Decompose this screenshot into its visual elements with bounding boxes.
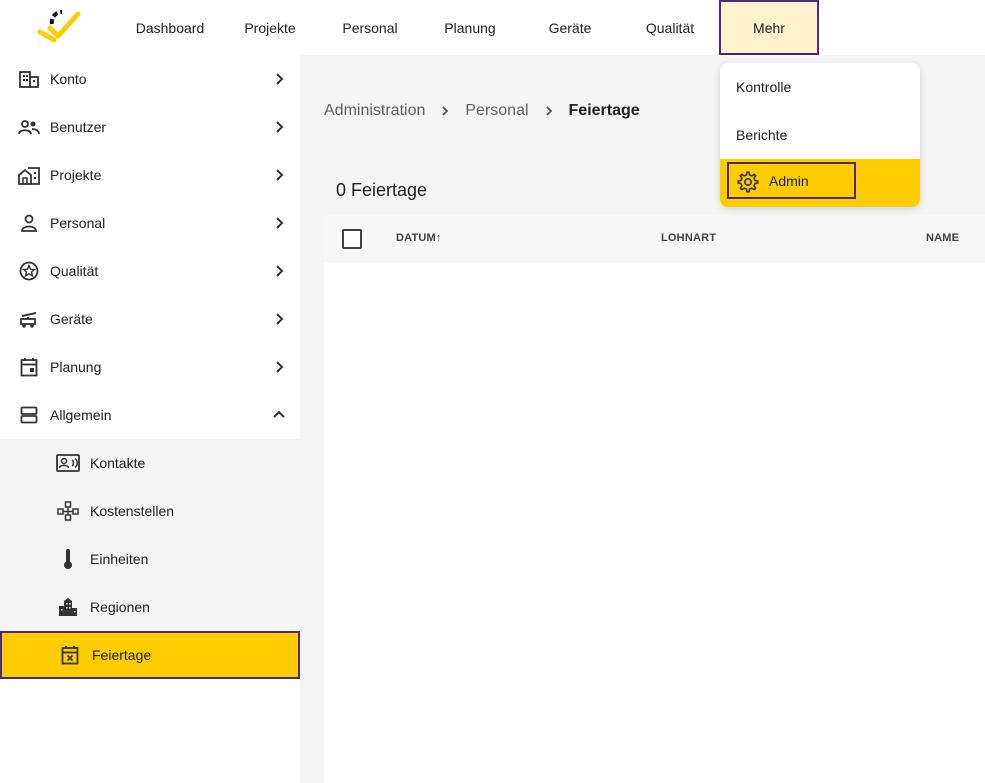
sidebar-subitem-label: Kontakte	[90, 455, 146, 471]
column-header-lohnart[interactable]: LOHNART	[661, 232, 716, 244]
menu-item-label: Kontrolle	[736, 79, 792, 95]
sidebar-item-qualitaet[interactable]: Qualität	[0, 247, 300, 295]
breadcrumb: Administration Personal Feiertage	[324, 100, 640, 122]
mehr-dropdown-menu: Kontrolle Berichte Admin	[720, 63, 920, 207]
breadcrumb-item[interactable]: Administration	[324, 102, 425, 120]
column-header-label: DATUM	[396, 232, 436, 244]
breadcrumb-current: Feiertage	[568, 102, 640, 119]
network-icon	[56, 500, 80, 522]
contact-card-icon	[56, 452, 80, 474]
thermometer-icon	[56, 548, 80, 570]
chevron-right-icon	[276, 361, 284, 373]
calendar-x-icon	[58, 644, 82, 666]
sidebar-item-geraete[interactable]: Geräte	[0, 295, 300, 343]
star-badge-icon	[18, 260, 40, 282]
calendar-icon	[18, 356, 40, 378]
menu-item-label: Admin	[769, 172, 809, 189]
admin-focus-box[interactable]: Admin	[727, 162, 856, 199]
sidebar-item-personal[interactable]: Personal	[0, 199, 300, 247]
sidebar-subitem-kontakte[interactable]: Kontakte	[0, 439, 300, 487]
page-title: 0 Feiertage	[336, 180, 428, 200]
sidebar-subitem-kostenstellen[interactable]: Kostenstellen	[0, 487, 300, 535]
chevron-right-icon	[276, 313, 284, 325]
sidebar-item-label: Konto	[50, 71, 87, 87]
sidebar-subitem-regionen[interactable]: Regionen	[0, 583, 300, 631]
breadcrumb-item[interactable]: Personal	[465, 102, 528, 120]
sidebar-submenu-allgemein: Kontakte Kostenstellen Einheiten Regione…	[0, 439, 300, 679]
sidebar-subitem-label: Regionen	[90, 599, 150, 615]
sidebar-item-benutzer[interactable]: Benutzer	[0, 103, 300, 151]
sidebar-subitem-einheiten[interactable]: Einheiten	[0, 535, 300, 583]
nav-personal[interactable]: Personal	[330, 0, 410, 55]
sidebar-item-konto[interactable]: Konto	[0, 55, 300, 103]
storage-icon	[18, 404, 40, 426]
chevron-right-icon	[276, 217, 284, 229]
sidebar-item-label: Geräte	[50, 311, 93, 327]
sidebar-item-allgemein[interactable]: Allgemein	[0, 391, 300, 439]
column-header-datum[interactable]: DATUM↑	[396, 232, 442, 244]
sidebar-item-label: Allgemein	[50, 407, 112, 423]
sidebar-item-projekte[interactable]: Projekte	[0, 151, 300, 199]
sidebar-subitem-feiertage[interactable]: Feiertage	[0, 631, 300, 679]
chevron-right-icon	[276, 265, 284, 277]
nav-geraete[interactable]: Geräte	[530, 0, 610, 55]
holidays-table: DATUM↑ LOHNART NAME	[324, 215, 985, 783]
nav-projekte[interactable]: Projekte	[230, 0, 310, 55]
house-building-icon	[18, 164, 40, 186]
sidebar: Konto Benutzer Projekte Personal Qualitä…	[0, 55, 300, 783]
nav-qualitaet[interactable]: Qualität	[630, 0, 710, 55]
app-root: Dashboard Projekte Personal Planung Gerä…	[0, 0, 985, 783]
sidebar-item-label: Projekte	[50, 167, 102, 183]
sidebar-item-label: Benutzer	[50, 119, 107, 135]
column-header-name[interactable]: NAME	[926, 232, 959, 244]
sort-ascending-icon: ↑	[435, 232, 442, 244]
table-header: DATUM↑ LOHNART NAME	[324, 215, 985, 263]
chevron-right-icon	[529, 104, 569, 118]
menu-item-kontrolle[interactable]: Kontrolle	[720, 63, 920, 111]
chevron-right-icon	[276, 73, 284, 85]
gear-icon	[737, 171, 759, 193]
sidebar-subitem-label: Einheiten	[90, 551, 149, 567]
equipment-icon	[18, 308, 40, 330]
building-icon	[18, 68, 40, 90]
nav-dashboard[interactable]: Dashboard	[126, 0, 214, 55]
menu-item-admin[interactable]: Admin	[720, 159, 920, 207]
sidebar-item-planung[interactable]: Planung	[0, 343, 300, 391]
top-navigation-bar: Dashboard Projekte Personal Planung Gerä…	[0, 0, 985, 55]
menu-item-berichte[interactable]: Berichte	[720, 111, 920, 159]
person-icon	[18, 212, 40, 234]
app-logo-icon[interactable]	[36, 4, 82, 44]
users-icon	[18, 116, 40, 138]
nav-planung[interactable]: Planung	[430, 0, 510, 55]
select-all-checkbox[interactable]	[342, 229, 362, 249]
menu-item-label: Berichte	[736, 127, 788, 143]
sidebar-subitem-label: Kostenstellen	[90, 503, 175, 519]
sidebar-item-label: Planung	[50, 359, 102, 375]
sidebar-item-label: Personal	[50, 215, 106, 231]
nav-mehr[interactable]: Mehr	[719, 0, 819, 55]
sidebar-item-label: Qualität	[50, 263, 99, 279]
chevron-right-icon	[276, 169, 284, 181]
chevron-up-icon	[273, 410, 285, 418]
chevron-right-icon	[276, 121, 284, 133]
sidebar-subitem-label: Feiertage	[92, 647, 152, 663]
chevron-right-icon	[425, 104, 465, 118]
city-icon	[56, 596, 80, 618]
